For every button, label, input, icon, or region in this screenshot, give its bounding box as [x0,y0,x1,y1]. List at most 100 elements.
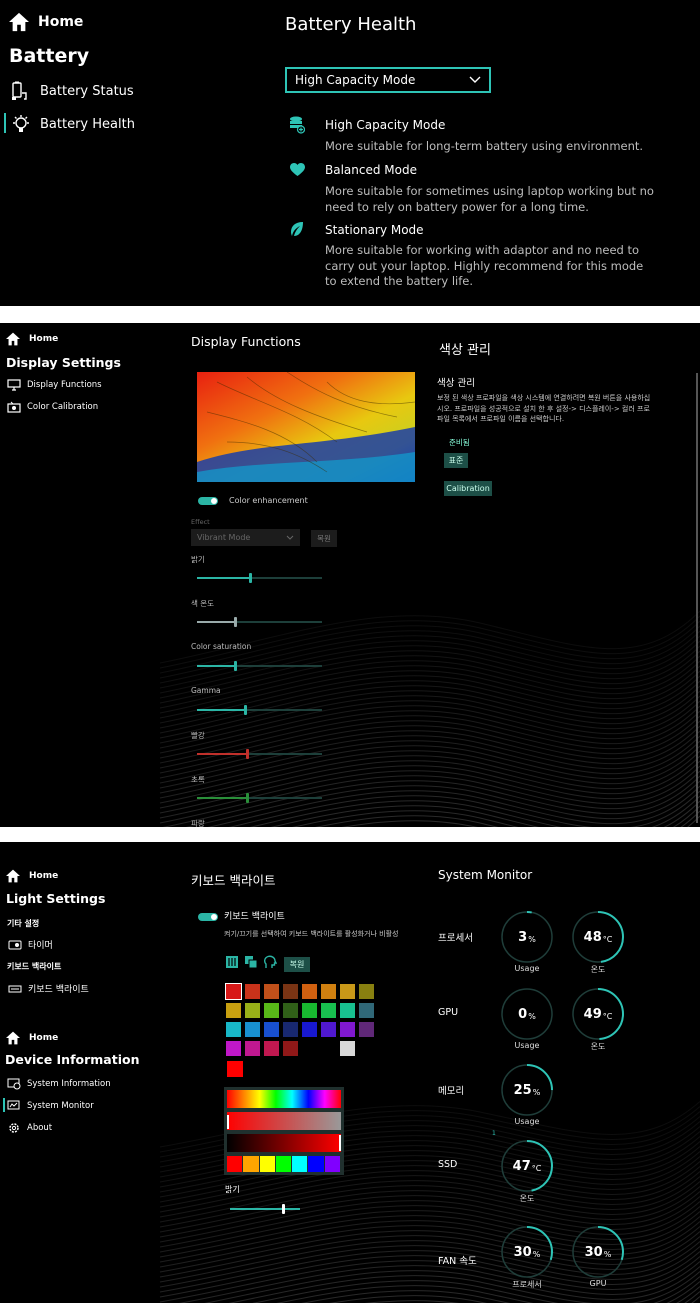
hue-bar[interactable] [227,1090,341,1108]
timer-icon [8,940,22,949]
mode-dropdown[interactable]: High Capacity Mode [285,67,491,93]
calibration-button[interactable]: Calibration [444,481,492,496]
color-swatch[interactable] [245,1041,260,1056]
palette-color[interactable] [243,1156,259,1172]
color-swatch[interactable] [321,984,336,999]
mode-description: More suitable for working with adaptor a… [325,243,644,288]
color-swatch[interactable] [340,1003,355,1018]
color-enhancement-toggle[interactable] [198,497,218,505]
saturation-bar[interactable] [227,1112,341,1130]
slider-fill [197,709,245,711]
sidebar-item-battery-status[interactable]: Battery Status [10,81,134,101]
color-swatch[interactable] [283,1003,298,1018]
slider-track[interactable] [197,617,322,627]
slider-thumb[interactable] [246,793,249,803]
sidebar-item-battery-health[interactable]: Battery Health [10,114,135,134]
color-swatch[interactable] [283,1022,298,1037]
brightness-bar[interactable] [227,1134,341,1152]
color-swatch[interactable] [225,983,242,1000]
sidebar-item-color-calibration[interactable]: Color Calibration [7,401,98,413]
palette-color[interactable] [308,1156,324,1172]
palette-color[interactable] [227,1156,243,1172]
color-swatch[interactable] [264,1022,279,1037]
feather-preview-image [197,372,415,482]
color-swatch[interactable] [264,984,279,999]
color-swatch[interactable] [359,1003,374,1018]
color-swatch[interactable] [340,1041,355,1056]
slider-track[interactable] [197,705,322,715]
slider-track[interactable] [197,661,322,671]
slider-track[interactable] [197,749,322,759]
sidebar-item-display-functions[interactable]: Display Functions [7,379,102,391]
slider-thumb[interactable] [233,661,237,671]
color-swatch[interactable] [226,1022,241,1037]
keyboard-reset-button[interactable]: 복원 [284,957,310,972]
gauge-unit: % [528,1011,536,1021]
sidebar-item-system-monitor[interactable]: System Monitor [7,1100,94,1112]
keyboard-icon [8,985,22,992]
color-swatch[interactable] [245,984,260,999]
group-title-keyboard: 키보드 백라이트 [7,962,62,971]
toggle-description: 켜기/끄기를 선택하여 키보드 백라이트를 활성화거나 비활성 [224,930,399,938]
sidebar-item-system-information[interactable]: System Information [7,1078,111,1090]
brightness-handle[interactable] [339,1135,341,1151]
palette-color[interactable] [292,1156,308,1172]
effect-reset-button[interactable]: 복원 [311,530,337,547]
standard-button[interactable]: 표준 [444,453,468,468]
color-swatch[interactable] [226,1003,241,1018]
gauge-number: 48 [583,929,602,945]
keyboard-backlight-toggle[interactable] [198,913,218,921]
wave-line [159,630,700,684]
home-link[interactable]: Home [5,332,58,346]
color-swatch[interactable] [302,984,317,999]
slider-thumb[interactable] [248,573,252,583]
gauge: 25% Usage [500,1063,554,1126]
page-title: Battery Health [285,14,417,35]
slider-thumb[interactable] [246,749,249,759]
gauge-value: 0% [500,987,554,1041]
section-title: Battery [9,45,90,67]
copy-layers-icon[interactable] [244,955,258,969]
color-swatch[interactable] [245,1022,260,1037]
color-swatch[interactable] [283,984,298,999]
slider-fill [197,753,247,755]
scrollbar[interactable] [696,373,698,823]
slider-track[interactable] [197,793,322,803]
sidebar-item-timer[interactable]: 타이머 [8,938,53,951]
color-swatch[interactable] [359,1022,374,1037]
sidebar-item-keyboard-backlight[interactable]: 키보드 백라이트 [8,982,89,995]
saturation-handle[interactable] [227,1115,229,1129]
palette-color[interactable] [324,1156,340,1172]
light-device-panel: Home Light Settings 기타 설정 타이머 키보드 백라이트 키… [0,842,700,1303]
slider-track[interactable] [197,573,322,583]
color-swatch[interactable] [226,1041,241,1056]
slider-thumb[interactable] [243,705,247,715]
home-link[interactable]: Home [5,1031,58,1045]
color-swatch[interactable] [321,1003,336,1018]
color-swatch[interactable] [321,1022,336,1037]
section-title: Light Settings [6,891,106,906]
sidebar-item-about[interactable]: About [7,1121,52,1135]
palette-color[interactable] [259,1156,275,1172]
slider-thumb[interactable] [233,617,237,627]
home-link[interactable]: Home [8,12,83,32]
color-swatch[interactable] [245,1003,260,1018]
keyboard-pattern-icon[interactable] [225,955,239,969]
head-profile-icon[interactable] [263,955,277,969]
color-swatch[interactable] [340,1022,355,1037]
page-title: Display Functions [191,334,301,349]
palette-color[interactable] [275,1156,292,1172]
sidebar-item-label: Battery Status [40,83,134,99]
color-swatch[interactable] [359,984,374,999]
color-swatch[interactable] [340,984,355,999]
home-link[interactable]: Home [5,869,58,883]
brightness-slider[interactable] [230,1204,300,1214]
color-swatch[interactable] [264,1041,279,1056]
color-swatch[interactable] [302,1022,317,1037]
color-swatch[interactable] [283,1041,298,1056]
wave-line [341,815,700,827]
effect-dropdown[interactable]: Vibrant Mode [191,529,300,546]
color-swatch[interactable] [302,1003,317,1018]
home-label: Home [29,1033,59,1043]
color-swatch[interactable] [264,1003,279,1018]
